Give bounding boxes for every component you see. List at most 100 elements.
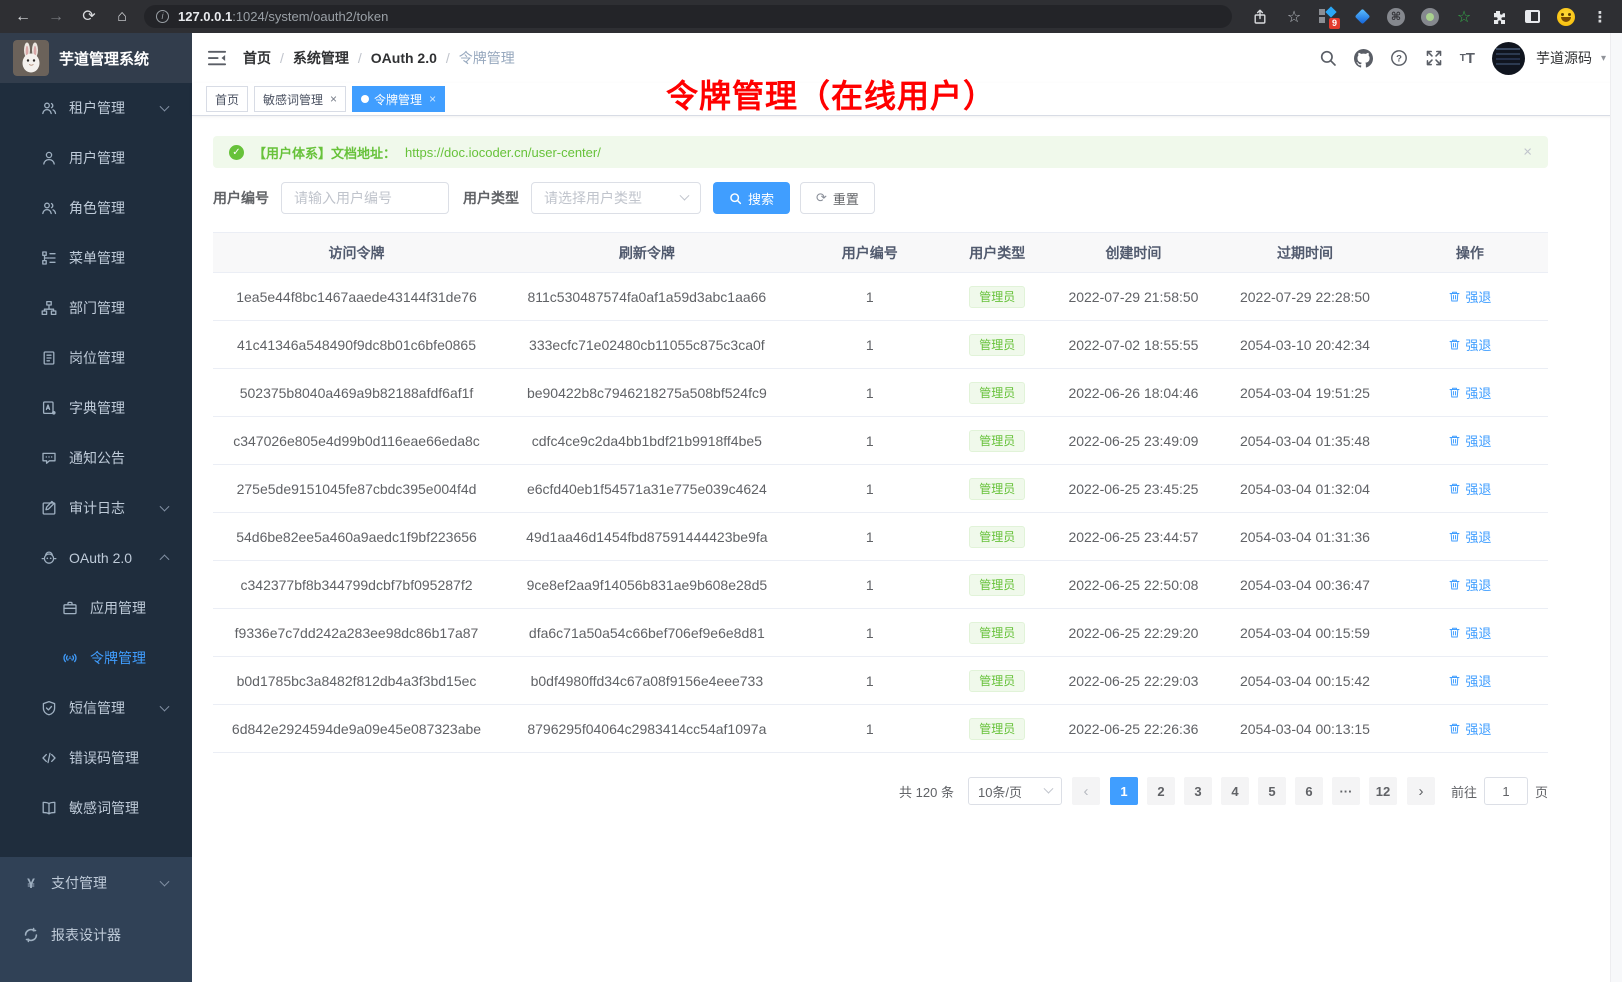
profile-emoji-icon[interactable]	[1556, 7, 1576, 27]
page-ellipsis-button[interactable]: ···	[1332, 777, 1360, 805]
cell-user-type: 管理员	[946, 609, 1049, 657]
table-row: c342377bf8b344799dcbf7bf095287f29ce8ef2a…	[213, 561, 1548, 609]
url-text: 127.0.0.1:1024/system/oauth2/token	[178, 9, 388, 24]
gem-extension-icon[interactable]	[1352, 7, 1372, 27]
browser-home-icon[interactable]: ⌂	[111, 0, 133, 33]
sidebar-item[interactable]: ¥支付管理	[0, 857, 192, 909]
audit-log-icon	[40, 500, 57, 517]
browser-reload-icon[interactable]: ⟳	[78, 0, 100, 33]
sidebar-item[interactable]: 应用管理	[0, 583, 192, 633]
cell-created: 2022-06-25 22:29:20	[1049, 609, 1219, 657]
sidebar-collapse-icon[interactable]	[207, 48, 227, 68]
sidebar-item[interactable]: 租户管理	[0, 83, 192, 133]
refresh-icon: ⟳	[816, 190, 827, 206]
force-logout-button[interactable]: 强退	[1448, 671, 1491, 690]
extension-badge-icon[interactable]: 9	[1318, 7, 1338, 27]
cell-user-type: 管理员	[946, 513, 1049, 561]
cell-expired: 2054-03-04 19:51:25	[1218, 369, 1392, 417]
oauth-robot-icon	[40, 550, 57, 567]
user-type-badge: 管理员	[969, 334, 1025, 356]
page-size-select[interactable]: 10条/页	[968, 777, 1062, 805]
breadcrumb-item[interactable]: 系统管理	[293, 48, 349, 68]
alert-close-icon[interactable]: ×	[1523, 145, 1532, 160]
url-host: 127.0.0.1	[178, 9, 232, 24]
sidebar-item[interactable]: 通知公告	[0, 433, 192, 483]
app-logo[interactable]: 芋道管理系统	[0, 33, 192, 83]
sidebar-item[interactable]: 用户管理	[0, 133, 192, 183]
cell-uid: 1	[794, 705, 946, 753]
user-type-select[interactable]: 请选择用户类型	[531, 182, 701, 214]
sidebar-item[interactable]: A令牌管理	[0, 633, 192, 683]
next-page-button[interactable]: ›	[1407, 777, 1435, 805]
dot-extension-icon[interactable]	[1420, 7, 1440, 27]
green-star-extension-icon[interactable]: ☆	[1454, 7, 1474, 27]
sidebar-item[interactable]: 报表设计器	[0, 909, 192, 961]
cmd-extension-icon[interactable]: ⌘	[1386, 7, 1406, 27]
force-logout-button[interactable]: 强退	[1448, 479, 1491, 498]
search-button[interactable]: 搜索	[713, 182, 790, 214]
sidebar-item[interactable]: 短信管理	[0, 683, 192, 733]
force-logout-button[interactable]: 强退	[1448, 383, 1491, 402]
force-logout-button[interactable]: 强退	[1448, 527, 1491, 546]
breadcrumb-item[interactable]: OAuth 2.0	[371, 50, 437, 66]
sensitive-book-icon	[40, 800, 57, 817]
help-icon[interactable]: ?	[1390, 49, 1408, 67]
avatar[interactable]	[1492, 42, 1525, 75]
user-id-input[interactable]	[281, 182, 449, 214]
force-logout-button[interactable]: 强退	[1448, 719, 1491, 738]
site-info-icon[interactable]: i	[156, 10, 169, 23]
page-button[interactable]: 6	[1295, 777, 1323, 805]
sidebar-item[interactable]: 审计日志	[0, 483, 192, 533]
page-button[interactable]: 5	[1258, 777, 1286, 805]
sidebar-item[interactable]: 岗位管理	[0, 333, 192, 383]
cell-expired: 2054-03-10 20:42:34	[1218, 321, 1392, 369]
alert-doc-link[interactable]: https://doc.iocoder.cn/user-center/	[405, 145, 601, 160]
goto-page-input[interactable]	[1484, 777, 1528, 805]
tab-close-icon[interactable]: ×	[330, 93, 337, 105]
page-button[interactable]: 3	[1184, 777, 1212, 805]
page-button[interactable]: 4	[1221, 777, 1249, 805]
share-icon[interactable]	[1250, 7, 1270, 27]
force-logout-button[interactable]: 强退	[1448, 335, 1491, 354]
force-logout-button[interactable]: 强退	[1448, 287, 1491, 306]
force-logout-button[interactable]: 强退	[1448, 575, 1491, 594]
scrollbar-track[interactable]	[1610, 33, 1622, 982]
chevron-up-icon	[160, 554, 170, 564]
sidebar-item[interactable]: 敏感词管理	[0, 783, 192, 833]
search-icon[interactable]	[1319, 49, 1337, 67]
breadcrumb-item[interactable]: 首页	[243, 48, 271, 68]
browser-back-icon[interactable]: ←	[12, 0, 34, 33]
sidebar-item[interactable]: 菜单管理	[0, 233, 192, 283]
page-button[interactable]: 1	[1110, 777, 1138, 805]
bookmark-star-icon[interactable]: ☆	[1284, 7, 1304, 27]
sidebar-item[interactable]: 错误码管理	[0, 733, 192, 783]
address-bar[interactable]: i 127.0.0.1:1024/system/oauth2/token	[144, 5, 1232, 28]
tab-close-icon[interactable]: ×	[429, 93, 436, 105]
prev-page-button[interactable]: ‹	[1072, 777, 1100, 805]
browser-menu-icon[interactable]: ⋮	[1590, 7, 1610, 27]
puzzle-extensions-icon[interactable]	[1488, 7, 1508, 27]
font-size-icon[interactable]: TT	[1460, 50, 1475, 67]
browser-forward-icon[interactable]: →	[45, 0, 67, 33]
user-name[interactable]: 芋道源码	[1536, 48, 1592, 68]
tab-item[interactable]: 首页	[206, 86, 248, 112]
browser-toolbar-right: ☆ 9 ⌘ ☆ ⋮	[1250, 7, 1610, 27]
sidebar-toggle-icon[interactable]	[1522, 7, 1542, 27]
reset-button[interactable]: ⟳ 重置	[800, 182, 875, 214]
column-header: 用户类型	[946, 233, 1049, 273]
page-button[interactable]: 12	[1369, 777, 1397, 805]
sidebar-item[interactable]: 字典管理	[0, 383, 192, 433]
tab-active[interactable]: 令牌管理×	[352, 86, 445, 112]
force-logout-button[interactable]: 强退	[1448, 623, 1491, 642]
sidebar-item[interactable]: 角色管理	[0, 183, 192, 233]
page-button[interactable]: 2	[1147, 777, 1175, 805]
tab-item[interactable]: 敏感词管理×	[254, 86, 346, 112]
cell-created: 2022-07-29 21:58:50	[1049, 273, 1219, 321]
sidebar-item[interactable]: OAuth 2.0	[0, 533, 192, 583]
sidebar-item[interactable]: 部门管理	[0, 283, 192, 333]
github-icon[interactable]	[1354, 49, 1373, 68]
force-logout-label: 强退	[1465, 671, 1491, 690]
force-logout-button[interactable]: 强退	[1448, 431, 1491, 450]
chevron-down-icon[interactable]: ▾	[1601, 53, 1606, 64]
fullscreen-icon[interactable]	[1425, 49, 1443, 67]
